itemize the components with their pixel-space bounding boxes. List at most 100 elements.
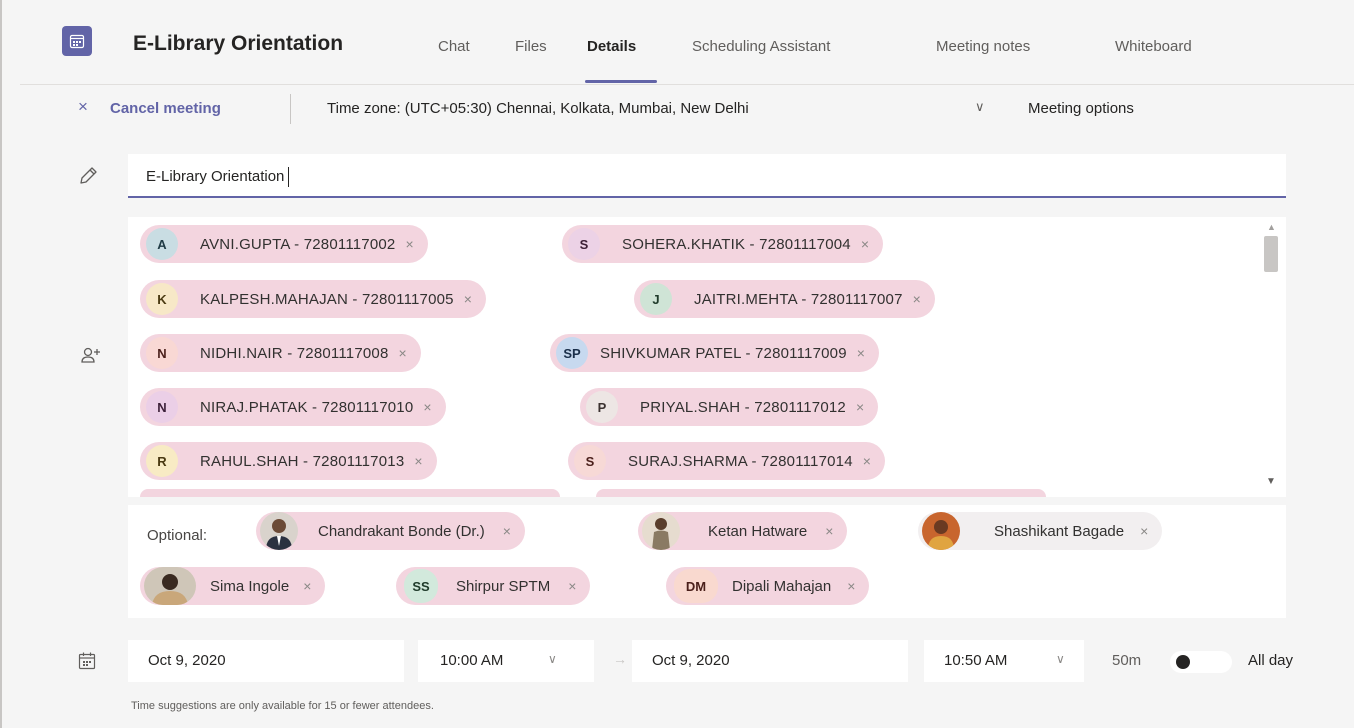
avatar: P xyxy=(586,391,618,423)
attendee-name: Sima Ingole xyxy=(210,577,290,595)
tab-details[interactable]: Details xyxy=(587,38,636,55)
attendee-name: Ketan Hatware xyxy=(708,522,808,540)
attendee-chip[interactable]: N NIRAJ.PHATAK - 72801117010 × xyxy=(140,388,446,426)
remove-icon[interactable]: × xyxy=(303,578,311,594)
tab-chat[interactable]: Chat xyxy=(438,38,470,55)
optional-label: Optional: xyxy=(147,527,208,544)
attendee-chip[interactable]: P PRIYAL.SHAH - 72801117012 × xyxy=(580,388,879,426)
meeting-options-button[interactable]: Meeting options xyxy=(1028,100,1134,117)
remove-icon[interactable]: × xyxy=(847,578,855,594)
tab-scheduling-assistant[interactable]: Scheduling Assistant xyxy=(692,38,830,55)
avatar: R xyxy=(146,445,178,477)
time-suggestions-hint: Time suggestions are only available for … xyxy=(131,700,434,712)
remove-icon[interactable]: × xyxy=(856,399,864,415)
start-time-picker[interactable]: 10:00 AM ∨ xyxy=(418,640,594,682)
attendee-name: Dipali Mahajan xyxy=(732,577,832,595)
avatar: SS xyxy=(404,569,438,603)
avatar: DM xyxy=(674,569,718,603)
attendee-name: PRIYAL.SHAH - 72801117012 xyxy=(640,398,846,416)
avatar: N xyxy=(146,337,178,369)
remove-icon[interactable]: × xyxy=(857,345,865,361)
avatar: S xyxy=(574,445,606,477)
optional-attendee-chip[interactable]: Chandrakant Bonde (Dr.) × xyxy=(256,512,525,550)
attendee-name: Shirpur SPTM xyxy=(456,577,551,595)
attendee-chip[interactable]: R RAHUL.SHAH - 72801117013 × xyxy=(140,442,437,480)
scroll-down-icon[interactable]: ▼ xyxy=(1266,476,1276,487)
remove-icon[interactable]: × xyxy=(423,399,431,415)
remove-icon[interactable]: × xyxy=(913,291,921,307)
arrow-right-icon: → xyxy=(613,651,627,667)
cancel-meeting-button[interactable]: Cancel meeting xyxy=(110,100,221,117)
avatar: J xyxy=(640,283,672,315)
start-date-picker[interactable]: Oct 9, 2020 xyxy=(128,640,404,682)
attendee-chip[interactable]: N NIDHI.NAIR - 72801117008 × xyxy=(140,334,421,372)
calendar-icon xyxy=(77,651,97,671)
remove-icon[interactable]: × xyxy=(414,453,422,469)
attendee-chip[interactable]: S SOHERA.KHATIK - 72801117004 × xyxy=(562,225,884,263)
attendee-name: NIDHI.NAIR - 72801117008 xyxy=(200,344,389,362)
end-time-value: 10:50 AM xyxy=(944,652,1008,669)
remove-icon[interactable]: × xyxy=(861,236,869,252)
attendee-name: SURAJ.SHARMA - 72801117014 xyxy=(628,452,853,470)
meeting-title-input[interactable]: E-Library Orientation xyxy=(128,154,1286,198)
attendee-name: Chandrakant Bonde (Dr.) xyxy=(318,522,485,540)
attendee-name: SHIVKUMAR PATEL - 72801117009 xyxy=(600,344,847,362)
optional-attendee-chip[interactable]: Shashikant Bagade × xyxy=(918,512,1163,550)
attendee-chip[interactable]: A AVNI.GUPTA - 72801117002 × xyxy=(140,225,428,263)
remove-icon[interactable]: × xyxy=(503,523,511,539)
attendee-name: AVNI.GUPTA - 72801117002 xyxy=(200,235,396,253)
timezone-dropdown[interactable]: Time zone: (UTC+05:30) Chennai, Kolkata,… xyxy=(327,100,749,117)
attendee-chip[interactable]: S SURAJ.SHARMA - 72801117014 × xyxy=(568,442,885,480)
start-time-value: 10:00 AM xyxy=(440,652,504,669)
avatar xyxy=(922,512,960,550)
attendee-name: NIRAJ.PHATAK - 72801117010 xyxy=(200,398,414,416)
optional-attendee-chip[interactable]: SS Shirpur SPTM × xyxy=(396,567,591,605)
optional-attendee-chip[interactable]: Ketan Hatware × xyxy=(638,512,848,550)
remove-icon[interactable]: × xyxy=(825,523,833,539)
tab-whiteboard[interactable]: Whiteboard xyxy=(1115,38,1192,55)
calendar-icon xyxy=(69,34,85,49)
avatar xyxy=(642,512,680,550)
header-divider xyxy=(20,84,1354,85)
scroll-up-icon[interactable]: ▲ xyxy=(1267,222,1276,232)
end-date-picker[interactable]: Oct 9, 2020 xyxy=(632,640,908,682)
avatar xyxy=(144,567,196,605)
remove-icon[interactable]: × xyxy=(399,345,407,361)
attendee-chip[interactable]: J JAITRI.MEHTA - 72801117007 × xyxy=(634,280,935,318)
calendar-app-icon xyxy=(62,26,92,56)
optional-attendee-chip[interactable]: Sima Ingole × xyxy=(140,567,326,605)
chevron-down-icon: ∨ xyxy=(548,652,557,666)
attendee-chip-partial xyxy=(596,489,1046,497)
avatar: S xyxy=(568,228,600,260)
attendee-chip[interactable]: K KALPESH.MAHAJAN - 72801117005 × xyxy=(140,280,486,318)
scrollbar-thumb[interactable] xyxy=(1264,236,1278,272)
attendee-chip[interactable]: SP SHIVKUMAR PATEL - 72801117009 × xyxy=(550,334,879,372)
toolbar-divider xyxy=(290,94,291,124)
remove-icon[interactable]: × xyxy=(464,291,472,307)
start-date-value: Oct 9, 2020 xyxy=(148,652,226,669)
meeting-title-text: E-Library Orientation xyxy=(146,167,285,185)
tab-files[interactable]: Files xyxy=(515,38,547,55)
remove-icon[interactable]: × xyxy=(863,453,871,469)
chevron-down-icon: ∨ xyxy=(1056,652,1065,666)
remove-icon[interactable]: × xyxy=(568,578,576,594)
end-time-picker[interactable]: 10:50 AM ∨ xyxy=(924,640,1084,682)
meeting-title-value[interactable]: E-Library Orientation xyxy=(146,167,290,187)
remove-icon[interactable]: × xyxy=(405,236,413,252)
tab-meeting-notes[interactable]: Meeting notes xyxy=(936,38,1030,55)
avatar: K xyxy=(146,283,178,315)
chevron-down-icon[interactable]: ∨ xyxy=(975,99,985,115)
remove-icon[interactable]: × xyxy=(1140,523,1148,539)
close-icon[interactable]: × xyxy=(78,97,88,117)
attendee-name: KALPESH.MAHAJAN - 72801117005 xyxy=(200,290,454,308)
attendee-name: JAITRI.MEHTA - 72801117007 xyxy=(694,290,903,308)
add-people-icon xyxy=(79,344,103,368)
attendee-name: Shashikant Bagade xyxy=(994,522,1125,540)
avatar xyxy=(260,512,298,550)
avatar: A xyxy=(146,228,178,260)
toggle-knob[interactable] xyxy=(1176,655,1190,669)
optional-attendee-chip[interactable]: DM Dipali Mahajan × xyxy=(666,567,870,605)
text-caret xyxy=(288,167,290,187)
meeting-title-heading: E-Library Orientation xyxy=(133,32,344,55)
all-day-label: All day xyxy=(1248,652,1294,669)
